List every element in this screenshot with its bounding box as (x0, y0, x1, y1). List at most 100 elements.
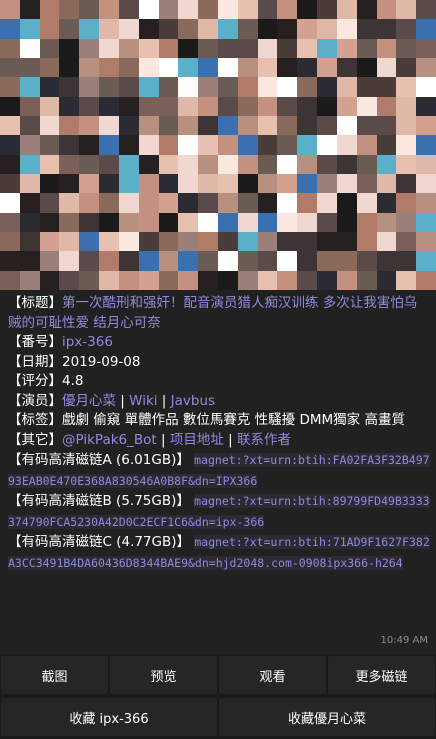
thumbnail-pixel (277, 154, 298, 174)
favorite-code-button[interactable]: 收藏 ipx-366 (1, 698, 217, 736)
thumbnail-pixel (59, 19, 80, 39)
thumbnail-pixel (356, 58, 377, 78)
thumbnail-pixel (59, 212, 80, 232)
thumbnail-pixel (237, 154, 258, 174)
thumbnail-pixel (39, 135, 60, 155)
thumbnail-pixel (79, 58, 100, 78)
thumbnail-pixel (79, 116, 100, 136)
thumbnail-pixel (0, 19, 20, 39)
thumbnail-pixel (237, 19, 258, 39)
thumbnail-pixel (19, 38, 40, 58)
thumbnail-pixel (99, 0, 119, 20)
thumbnail-pixel (39, 38, 60, 58)
wiki-link[interactable]: Wiki (129, 393, 157, 409)
thumbnail-pixel (99, 251, 119, 271)
thumbnail-pixel (198, 116, 218, 136)
thumbnail-pixel (158, 58, 179, 78)
screenshot-button[interactable]: 截图 (1, 656, 108, 694)
watch-button[interactable]: 观看 (219, 656, 326, 694)
thumbnail-pixel (19, 251, 40, 271)
thumbnail-image[interactable] (0, 0, 436, 290)
tags-label: 【标签】 (8, 412, 62, 428)
thumbnail-pixel (237, 270, 258, 290)
thumbnail-pixel (138, 270, 159, 290)
favorite-actor-button[interactable]: 收藏優月心菜 (219, 698, 435, 736)
number-label: 【番号】 (8, 334, 62, 350)
thumbnail-pixel (0, 58, 20, 78)
thumbnail-pixel (158, 232, 179, 252)
thumbnail-pixel (178, 19, 199, 39)
actor-line: 【演员】優月心菜 | Wiki | Javbus (8, 392, 430, 412)
rating-value: 4.8 (62, 373, 84, 389)
thumbnail-pixel (218, 174, 238, 194)
thumbnail-pixel (178, 193, 199, 213)
thumbnail-pixel (0, 135, 20, 155)
contact-link[interactable]: 联系作者 (237, 432, 291, 448)
thumbnail-pixel (416, 212, 436, 232)
thumbnail-pixel (317, 0, 337, 20)
thumbnail-pixel (218, 38, 238, 58)
thumbnail-pixel (118, 0, 139, 20)
thumbnail-pixel (0, 270, 20, 290)
thumbnail-pixel (396, 135, 417, 155)
thumbnail-pixel (79, 135, 100, 155)
thumbnail-pixel (297, 58, 318, 78)
thumbnail-pixel (356, 270, 377, 290)
javbus-link[interactable]: Javbus (171, 393, 215, 409)
thumbnail-pixel (198, 96, 218, 116)
thumbnail-pixel (79, 0, 100, 20)
thumbnail-pixel (218, 116, 238, 136)
number-line: 【番号】ipx-366 (8, 333, 430, 353)
thumbnail-pixel (336, 193, 357, 213)
thumbnail-pixel (277, 96, 298, 116)
thumbnail-pixel (158, 19, 179, 39)
thumbnail-pixel (297, 193, 318, 213)
number-link[interactable]: ipx-366 (62, 334, 113, 350)
thumbnail-pixel (0, 193, 20, 213)
thumbnail-pixel (356, 232, 377, 252)
thumbnail-pixel (317, 116, 337, 136)
thumbnail-pixel (257, 193, 278, 213)
thumbnail-pixel (198, 38, 218, 58)
thumbnail-pixel (336, 154, 357, 174)
thumbnail-pixel (297, 0, 318, 20)
thumbnail-pixel (277, 212, 298, 232)
thumbnail-pixel (39, 251, 60, 271)
thumbnail-pixel (396, 96, 417, 116)
message-bubble: 【标题】第一次酷刑和强奸！配音演员猎人痴汉训练 多次让我害怕乌贼的可耻性爱 结月… (0, 290, 436, 654)
bot-link[interactable]: @PikPak6_Bot (62, 432, 157, 448)
thumbnail-pixel (336, 58, 357, 78)
actor-link[interactable]: 優月心菜 (62, 393, 116, 409)
thumbnail-pixel (336, 38, 357, 58)
thumbnail-pixel (416, 77, 436, 97)
thumbnail-pixel (198, 154, 218, 174)
thumbnail-pixel (158, 251, 179, 271)
thumbnail-pixel (158, 116, 179, 136)
thumbnail-pixel (257, 251, 278, 271)
thumbnail-pixel (376, 174, 397, 194)
thumbnail-pixel (138, 193, 159, 213)
thumbnail-pixel (158, 174, 179, 194)
thumbnail-pixel (19, 0, 40, 20)
thumbnail-pixel (0, 174, 20, 194)
thumbnail-pixel (218, 212, 238, 232)
thumbnail-pixel (39, 154, 60, 174)
thumbnail-pixel (118, 116, 139, 136)
title-link[interactable]: 第一次酷刑和强奸！配音演员猎人痴汉训练 多次让我害怕乌贼的可耻性爱 结月心可奈 (8, 295, 417, 331)
separator: | (223, 431, 237, 448)
thumbnail-pixel (79, 232, 100, 252)
separator: | (157, 392, 171, 409)
thumbnail-pixel (396, 116, 417, 136)
thumbnail-pixel (99, 58, 119, 78)
thumbnail-pixel (0, 212, 20, 232)
thumbnail-pixel (396, 0, 417, 20)
thumbnail-pixel (19, 232, 40, 252)
thumbnail-pixel (416, 0, 436, 20)
thumbnail-pixel (376, 0, 397, 20)
thumbnail-pixel (416, 58, 436, 78)
preview-button[interactable]: 预览 (110, 656, 217, 694)
project-link[interactable]: 项目地址 (170, 432, 224, 448)
more-magnets-button[interactable]: 更多磁链 (328, 656, 435, 694)
thumbnail-pixel (218, 193, 238, 213)
thumbnail-pixel (39, 0, 60, 20)
